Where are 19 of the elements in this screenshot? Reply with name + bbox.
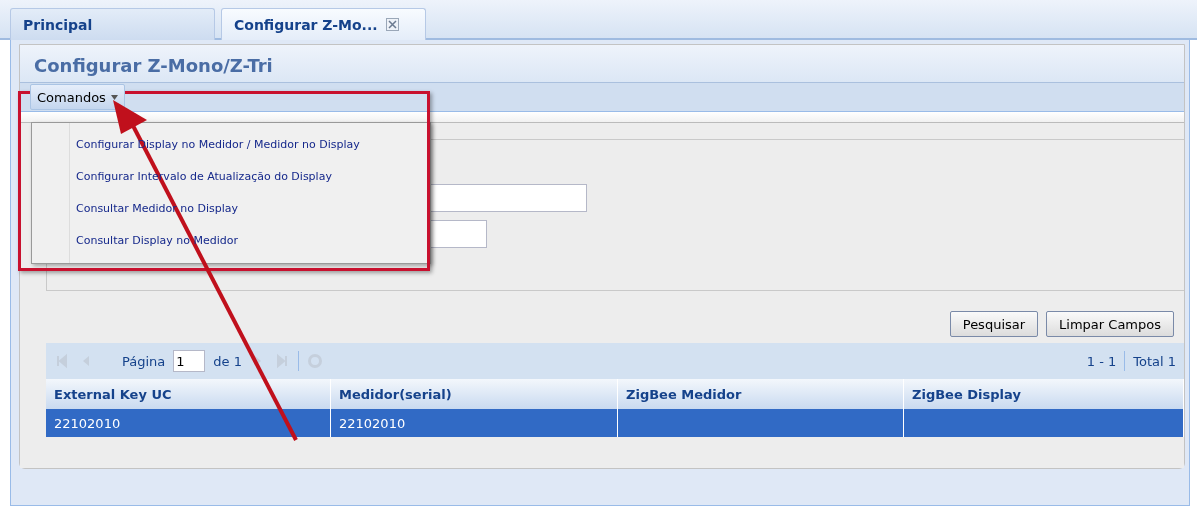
table-cell: 22102010 <box>46 409 331 437</box>
close-icon[interactable] <box>385 18 399 31</box>
column-header[interactable]: Medidor(serial) <box>331 379 618 409</box>
page-count: de 1 <box>213 353 242 369</box>
caret-icon <box>110 94 118 100</box>
record-total: Total 1 <box>1133 353 1176 369</box>
menu-item[interactable]: Consultar Display no Medidor <box>76 225 430 257</box>
action-button[interactable]: Limpar Campos <box>1046 311 1174 337</box>
tab[interactable]: Configurar Z-Mo... <box>221 8 426 40</box>
column-header[interactable]: External Key UC <box>46 379 331 409</box>
commands-button[interactable]: Comandos <box>30 84 125 110</box>
page-label: Página <box>122 353 166 369</box>
column-header[interactable]: ZigBee Medidor <box>618 379 904 409</box>
column-header[interactable]: ZigBee Display <box>904 379 1184 409</box>
table-cell: 22102010 <box>331 409 618 437</box>
page-input[interactable]: 1 <box>173 350 206 372</box>
action-button[interactable]: Pesquisar <box>949 311 1039 337</box>
tab[interactable]: Principal <box>10 8 215 40</box>
record-range: 1 - 1 <box>1086 353 1117 369</box>
